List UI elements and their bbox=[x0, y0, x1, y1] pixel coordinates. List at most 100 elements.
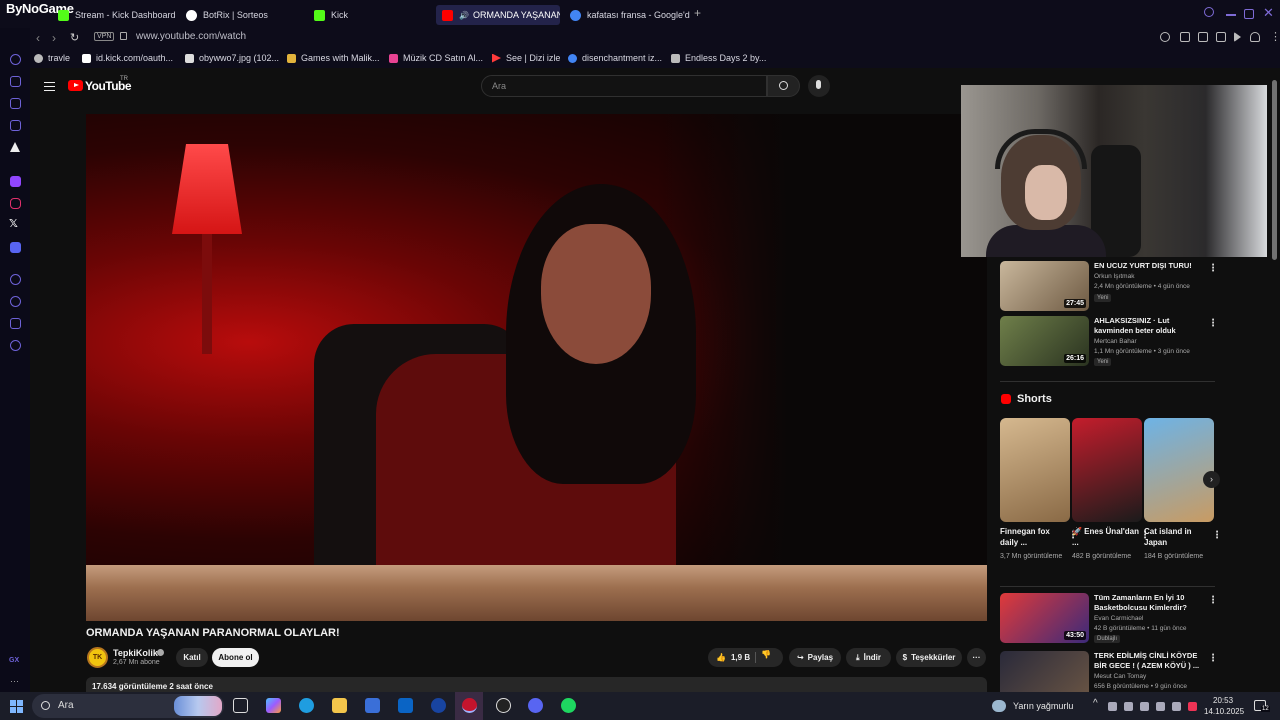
play-icon[interactable] bbox=[1234, 32, 1241, 42]
bookmark-image[interactable]: obywwo7.jpg (102... bbox=[185, 53, 279, 63]
tray-app-icon[interactable] bbox=[1188, 702, 1197, 711]
tray-app-icon[interactable] bbox=[1108, 702, 1117, 711]
store-icon[interactable] bbox=[365, 698, 380, 713]
outlook-icon[interactable] bbox=[398, 698, 413, 713]
tab-kick[interactable]: Kick bbox=[314, 5, 424, 25]
video-thumbnail[interactable] bbox=[1000, 651, 1089, 692]
settings-icon[interactable] bbox=[10, 340, 21, 351]
like-icon[interactable]: 👍 bbox=[716, 653, 726, 662]
maximize-icon[interactable] bbox=[1244, 9, 1254, 19]
description-box[interactable]: 17.634 görüntüleme 2 saat önce bbox=[86, 677, 987, 692]
youtube-logo-icon[interactable] bbox=[68, 80, 83, 91]
zoom-icon[interactable] bbox=[1160, 32, 1170, 42]
search-tabs-icon[interactable] bbox=[1204, 7, 1214, 17]
channel-name[interactable]: Orkun Işıtmak bbox=[1094, 273, 1134, 280]
thanks-button[interactable]: $ Teşekkürler bbox=[896, 648, 962, 667]
bookmark-kick-oauth[interactable]: id.kick.com/oauth... bbox=[82, 53, 173, 63]
search-button[interactable] bbox=[767, 75, 800, 97]
recommended-video[interactable]: 43:50 Tüm Zamanların En İyi 10 Basketbol… bbox=[1000, 593, 1218, 643]
clock-date[interactable]: 14.10.2025 bbox=[1204, 707, 1244, 716]
extensions-icon[interactable] bbox=[10, 318, 21, 329]
obs-icon[interactable] bbox=[496, 698, 511, 713]
scrollbar[interactable] bbox=[1272, 80, 1277, 260]
channel-name[interactable]: TepkiKolik bbox=[113, 648, 158, 658]
video-thumbnail[interactable]: 26:16 bbox=[1000, 316, 1089, 366]
short-thumbnail[interactable] bbox=[1072, 418, 1142, 522]
more-options-icon[interactable]: ⋮ bbox=[1208, 263, 1218, 274]
tab-google[interactable]: kafatası fransa - Google'd bbox=[570, 5, 690, 25]
more-options-icon[interactable]: ⋮ bbox=[1208, 318, 1218, 329]
video-thumbnail[interactable]: 43:50 bbox=[1000, 593, 1089, 643]
recommended-video[interactable]: 27:45 EN UCUZ YURT DIŞI TURU! Orkun Işıt… bbox=[1000, 261, 1218, 311]
more-options-icon[interactable]: ⋮ bbox=[1208, 595, 1218, 606]
copilot-icon[interactable] bbox=[266, 698, 281, 713]
tray-expand-icon[interactable]: ^ bbox=[1093, 698, 1098, 709]
clock-time[interactable]: 20:53 bbox=[1213, 696, 1233, 705]
shield-icon[interactable] bbox=[1216, 32, 1226, 42]
video-title[interactable]: AHLAKSIZSINIZ · Lut kavminden beter oldu… bbox=[1094, 316, 1204, 336]
bookmark-endless-days[interactable]: Endless Days 2 by... bbox=[671, 53, 766, 63]
tab-youtube-active[interactable]: 🔊 ORMANDA YAŞANAN bbox=[436, 5, 560, 25]
more-options-icon[interactable]: ⋮ bbox=[1208, 653, 1215, 664]
dislike-icon[interactable]: 👎 bbox=[761, 650, 771, 659]
subscribe-button[interactable]: Abone ol bbox=[212, 648, 259, 667]
spotify-icon[interactable] bbox=[561, 698, 576, 713]
edge-icon[interactable] bbox=[299, 698, 314, 713]
like-count[interactable]: 1,9 B bbox=[731, 653, 750, 662]
bookmark-games[interactable]: Games with Malik... bbox=[287, 53, 380, 63]
recommended-video[interactable]: TERK EDİLMİŞ CİNLİ KÖYDE BİR GECE ! ( AZ… bbox=[1000, 651, 1215, 692]
short-title[interactable]: 🚀 Enes Ünal'dan ... bbox=[1072, 526, 1142, 548]
shorts-next-icon[interactable]: › bbox=[1203, 471, 1220, 488]
short-title[interactable]: Cat island in Japan bbox=[1144, 526, 1214, 548]
instagram-icon[interactable] bbox=[10, 198, 21, 209]
file-explorer-icon[interactable] bbox=[332, 698, 347, 713]
more-actions-button[interactable]: ··· bbox=[967, 648, 986, 667]
vpn-badge[interactable]: VPN bbox=[94, 32, 115, 41]
weather-icon[interactable] bbox=[992, 700, 1006, 712]
x-icon[interactable]: 𝕏 bbox=[9, 217, 18, 230]
short-item[interactable]: 🚀 Enes Ünal'dan ... 482 B görüntüleme ⋮ bbox=[1072, 418, 1150, 562]
minimize-icon[interactable] bbox=[1226, 14, 1236, 16]
aria-icon[interactable] bbox=[10, 142, 20, 152]
search-highlight-image[interactable] bbox=[174, 696, 222, 716]
recommended-video[interactable]: 26:16 AHLAKSIZSINIZ · Lut kavminden bete… bbox=[1000, 316, 1218, 366]
clock-icon[interactable] bbox=[10, 296, 21, 307]
weather-text[interactable]: Yarın yağmurlu bbox=[1013, 701, 1073, 711]
player-icon[interactable] bbox=[10, 274, 21, 285]
channel-name[interactable]: Mesut Can Tomay bbox=[1094, 673, 1146, 680]
channel-name[interactable]: Evan Carmichael bbox=[1094, 615, 1144, 622]
discord-icon[interactable] bbox=[10, 242, 21, 253]
short-item[interactable]: Finnegan fox daily ... 3,7 Mn görüntülem… bbox=[1000, 418, 1078, 562]
bookmark-disenchantment[interactable]: disenchantment iz... bbox=[568, 53, 662, 63]
wifi-icon[interactable] bbox=[1156, 702, 1165, 711]
bag-icon[interactable] bbox=[10, 76, 21, 87]
ea-icon[interactable] bbox=[431, 698, 446, 713]
gx-icon[interactable]: GX bbox=[9, 657, 19, 664]
lock-icon[interactable] bbox=[120, 32, 127, 40]
voice-search-button[interactable] bbox=[808, 75, 830, 97]
tv-icon[interactable] bbox=[10, 120, 21, 131]
download-button[interactable]: ⤓ İndir bbox=[846, 648, 891, 667]
join-button[interactable]: Katıl bbox=[176, 648, 208, 667]
twitch-icon[interactable] bbox=[10, 176, 21, 187]
start-button[interactable] bbox=[10, 700, 23, 713]
opera-gx-icon[interactable] bbox=[462, 698, 477, 713]
channel-name[interactable]: Mertcan Bahar bbox=[1094, 338, 1137, 345]
bookmark-muzik[interactable]: Müzik CD Satın Al... bbox=[389, 53, 483, 63]
discord-icon[interactable] bbox=[528, 698, 543, 713]
url-field[interactable]: www.youtube.com/watch bbox=[136, 31, 246, 42]
heart-icon[interactable] bbox=[1250, 32, 1260, 42]
more-icon[interactable]: ··· bbox=[10, 676, 19, 686]
forward-icon[interactable]: › bbox=[52, 31, 56, 45]
tray-app-icon[interactable] bbox=[1124, 702, 1133, 711]
volume-icon[interactable] bbox=[1172, 702, 1181, 711]
video-title[interactable]: Tüm Zamanların En İyi 10 Basketbolcusu K… bbox=[1094, 593, 1204, 613]
tray-app-icon[interactable] bbox=[1140, 702, 1149, 711]
video-player[interactable] bbox=[86, 114, 987, 621]
bookmark-travle[interactable]: travle bbox=[34, 53, 70, 63]
more-options-icon[interactable]: ⋮ bbox=[1212, 530, 1222, 541]
new-tab-button[interactable]: + bbox=[694, 6, 701, 20]
tab-kick-dashboard[interactable]: Stream - Kick Dashboard bbox=[58, 5, 178, 25]
task-view-icon[interactable] bbox=[233, 698, 248, 713]
short-thumbnail[interactable] bbox=[1000, 418, 1070, 522]
